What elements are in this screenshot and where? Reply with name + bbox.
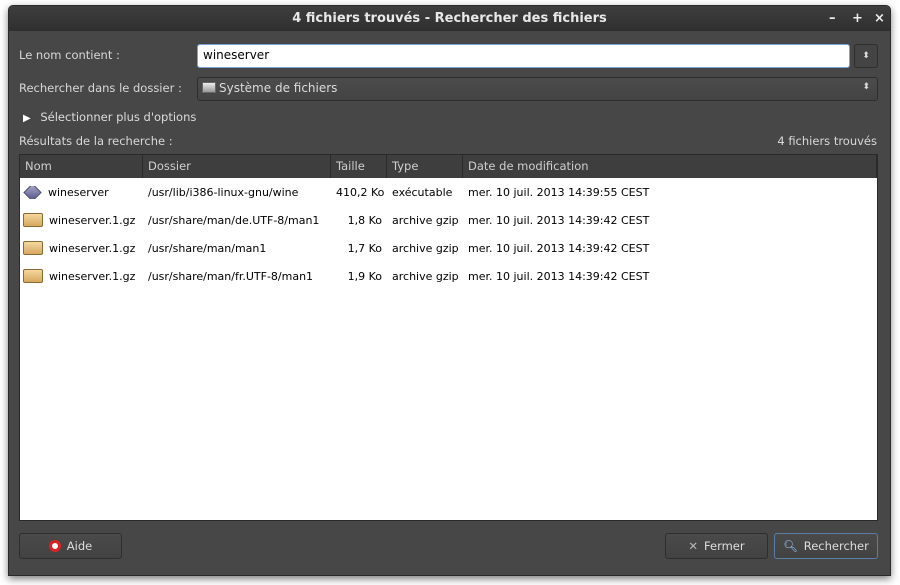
column-type[interactable]: Type — [387, 155, 463, 178]
up-down-icon: ⬍ — [862, 51, 870, 61]
cell-name: wineserver.1.gz — [20, 213, 143, 227]
expander-arrow-icon: ▶ — [23, 113, 31, 124]
cell-name: wineserver — [20, 185, 143, 199]
table-row[interactable]: wineserver /usr/lib/i386-linux-gnu/wine … — [20, 178, 877, 206]
title-bar: 4 fichiers trouvés - Rechercher des fich… — [9, 6, 890, 31]
more-options-label: Sélectionner plus d'options — [40, 110, 197, 124]
file-name: wineserver — [48, 185, 109, 199]
minimize-button[interactable]: – — [829, 6, 836, 31]
column-folder[interactable]: Dossier — [143, 155, 331, 178]
search-icon: 🔍︎ — [783, 539, 798, 553]
cell-folder: /usr/share/man/fr.UTF-8/man1 — [148, 269, 314, 283]
table-row[interactable]: wineserver.1.gz /usr/share/man/fr.UTF-8/… — [20, 262, 877, 290]
table-row[interactable]: wineserver.1.gz /usr/share/man/de.UTF-8/… — [20, 206, 877, 234]
archive-icon — [23, 213, 43, 227]
cell-type: exécutable — [392, 185, 453, 199]
window-title: 4 fichiers trouvés - Rechercher des fich… — [292, 11, 607, 26]
cell-type: archive gzip — [392, 213, 459, 227]
cell-folder: /usr/share/man/man1 — [148, 241, 267, 255]
results-label: Résultats de la recherche : — [19, 134, 173, 148]
maximize-button[interactable]: + — [852, 6, 863, 31]
cell-size: 410,2 Ko — [336, 185, 385, 199]
close-button[interactable]: ✕ Fermer — [665, 533, 768, 559]
name-history-button[interactable]: ⬍ — [854, 44, 878, 68]
folder-value: Système de fichiers — [219, 81, 338, 95]
search-label: Rechercher — [803, 539, 869, 553]
cell-date: mer. 10 juil. 2013 14:39:42 CEST — [468, 241, 650, 255]
cell-type: archive gzip — [392, 241, 459, 255]
close-label: Fermer — [704, 539, 745, 553]
results-count: 4 fichiers trouvés — [777, 134, 877, 148]
up-down-icon: ⬍ — [862, 82, 870, 92]
file-name: wineserver.1.gz — [49, 269, 136, 283]
file-name: wineserver.1.gz — [49, 241, 136, 255]
cell-size: 1,9 Ko — [347, 269, 382, 283]
archive-icon — [23, 269, 43, 283]
name-input[interactable]: wineserver — [197, 44, 850, 68]
cell-type: archive gzip — [392, 269, 459, 283]
close-window-button[interactable]: × — [874, 6, 885, 31]
lifebuoy-icon — [48, 540, 61, 552]
cell-folder: /usr/share/man/de.UTF-8/man1 — [148, 213, 320, 227]
cell-folder: /usr/lib/i386-linux-gnu/wine — [148, 185, 299, 199]
results-table[interactable]: Nom Dossier Taille Type Date de modifica… — [19, 154, 878, 521]
cell-date: mer. 10 juil. 2013 14:39:42 CEST — [468, 213, 650, 227]
search-button[interactable]: 🔍︎ Rechercher — [774, 533, 878, 559]
cell-date: mer. 10 juil. 2013 14:39:55 CEST — [468, 185, 650, 199]
file-name: wineserver.1.gz — [49, 213, 136, 227]
cell-name: wineserver.1.gz — [20, 241, 143, 255]
table-row[interactable]: wineserver.1.gz /usr/share/man/man1 1,7 … — [20, 234, 877, 262]
name-label: Le nom contient : — [19, 48, 120, 62]
folder-combo[interactable]: Système de fichiers ⬍ — [197, 77, 878, 101]
drive-icon — [202, 82, 216, 93]
column-name[interactable]: Nom — [20, 155, 143, 178]
help-button[interactable]: Aide — [19, 533, 122, 559]
more-options-expander[interactable]: ▶ Sélectionner plus d'options — [23, 110, 196, 124]
help-label: Aide — [66, 539, 93, 553]
column-size[interactable]: Taille — [331, 155, 387, 178]
executable-icon — [23, 185, 42, 199]
cell-name: wineserver.1.gz — [20, 269, 143, 283]
cell-size: 1,8 Ko — [347, 213, 382, 227]
cell-date: mer. 10 juil. 2013 14:39:42 CEST — [468, 269, 650, 283]
cell-size: 1,7 Ko — [347, 241, 382, 255]
column-date[interactable]: Date de modification — [463, 155, 877, 178]
table-header: Nom Dossier Taille Type Date de modifica… — [20, 155, 877, 178]
search-window: 4 fichiers trouvés - Rechercher des fich… — [8, 5, 891, 576]
folder-label: Rechercher dans le dossier : — [19, 81, 182, 95]
archive-icon — [23, 241, 43, 255]
close-icon: ✕ — [688, 539, 699, 553]
